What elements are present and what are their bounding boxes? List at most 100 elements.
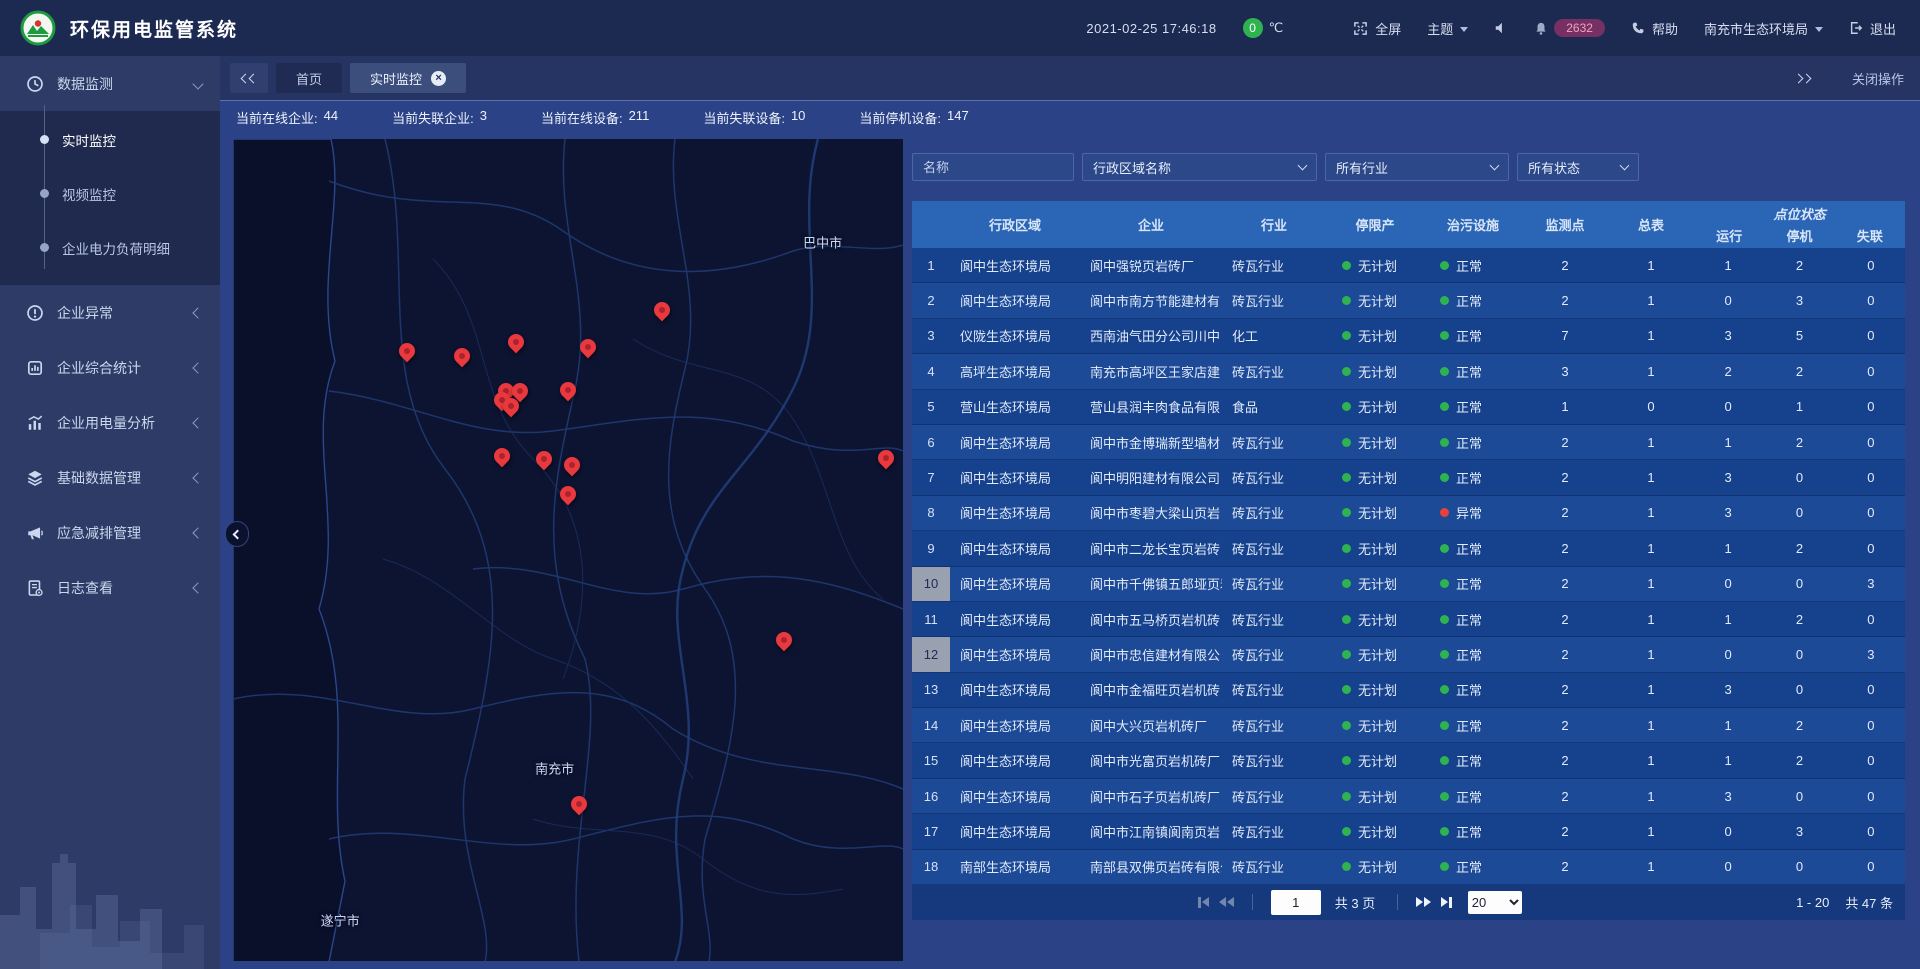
fullscreen-button[interactable]: 全屏 [1353, 19, 1401, 38]
table-row[interactable]: 11阆中生态环境局阆中市五马桥页岩机砖砖瓦行业无计划正常21120 [912, 602, 1905, 637]
tabs-scroll-right-button[interactable] [1784, 63, 1822, 93]
alarm-indicator[interactable]: 2632 [1534, 19, 1605, 37]
table-row[interactable]: 9阆中生态环境局阆中市二龙长宝页岩砖砖瓦行业无计划正常21120 [912, 531, 1905, 566]
next-page-button[interactable] [1416, 897, 1431, 907]
table-row[interactable]: 17阆中生态环境局阆中市江南镇阆南页岩砖瓦行业无计划正常21030 [912, 814, 1905, 849]
table-row[interactable]: 2阆中生态环境局阆中市南方节能建材有砖瓦行业无计划正常21030 [912, 283, 1905, 318]
row-point-status: 300 [1694, 779, 1905, 813]
tabs-scroll-left-button[interactable] [230, 63, 268, 93]
row-number: 1 [912, 248, 950, 282]
chevron-left-icon [192, 362, 203, 373]
table-row[interactable]: 6阆中生态环境局阆中市金博瑞新型墙材砖瓦行业无计划正常21120 [912, 425, 1905, 460]
sidebar-item-video-monitoring[interactable]: 视频监控 [0, 167, 220, 221]
table-row[interactable]: 7阆中生态环境局阆中明阳建材有限公司砖瓦行业无计划正常21300 [912, 460, 1905, 495]
row-point-status: 010 [1694, 390, 1905, 424]
temperature-indicator: 0 ℃ [1243, 18, 1284, 38]
page-number-input[interactable] [1271, 890, 1321, 915]
row-number: 18 [912, 850, 950, 884]
tab-home[interactable]: 首页 [276, 63, 342, 93]
table-row[interactable]: 8阆中生态环境局阆中市枣碧大梁山页岩砖瓦行业无计划异常21300 [912, 496, 1905, 531]
industry-filter-select[interactable]: 所有行业 [1325, 153, 1509, 181]
chevron-left-icon [192, 582, 203, 593]
page-size-select[interactable]: 20 [1468, 891, 1522, 914]
row-points: 2 [1522, 460, 1608, 494]
tab-realtime-monitoring[interactable]: 实时监控 [350, 63, 466, 93]
status-filter-select[interactable]: 所有状态 [1517, 153, 1639, 181]
row-point-status: 000 [1694, 850, 1905, 884]
status-dot-green [1342, 862, 1351, 871]
row-facility: 正常 [1424, 779, 1522, 813]
row-facility-label: 正常 [1456, 857, 1482, 876]
row-points: 2 [1522, 814, 1608, 848]
column-facility: 治污设施 [1424, 201, 1522, 248]
row-industry: 化工 [1222, 319, 1326, 353]
table-row[interactable]: 15阆中生态环境局阆中市光富页岩机砖厂砖瓦行业无计划正常21120 [912, 743, 1905, 778]
row-meters: 1 [1608, 460, 1694, 494]
table-row[interactable]: 13阆中生态环境局阆中市金福旺页岩机砖砖瓦行业无计划正常21300 [912, 673, 1905, 708]
table-row[interactable]: 5营山生态环境局营山县润丰肉食品有限食品无计划正常10010 [912, 390, 1905, 425]
table-row[interactable]: 10阆中生态环境局阆中市千佛镇五郎垭页岩砖瓦行业无计划正常21003 [912, 567, 1905, 602]
org-menu-button[interactable]: 南充市生态环境局 [1704, 19, 1823, 38]
close-operations-button[interactable]: 关闭操作 [1852, 69, 1904, 88]
sidebar-item-power-load-detail[interactable]: 企业电力负荷明细 [0, 221, 220, 275]
row-facility: 正常 [1424, 531, 1522, 565]
sidebar-item-basic-data-management[interactable]: 基础数据管理 [0, 450, 220, 505]
map-collapse-handle[interactable] [225, 521, 249, 547]
status-dot-green [1440, 685, 1449, 694]
table-row[interactable]: 3仪陇生态环境局西南油气田分公司川中化工无计划正常71350 [912, 319, 1905, 354]
table-row[interactable]: 18南部生态环境局南部县双佛页岩砖有限公砖瓦行业无计划正常21000 [912, 850, 1905, 884]
enterprise-panel: 行政区域名称 所有行业 所有状态 [912, 139, 1905, 961]
row-company: 南充市高坪区王家店建 [1080, 354, 1222, 388]
help-button[interactable]: 帮助 [1631, 19, 1678, 38]
status-dot-green [1440, 650, 1449, 659]
sidebar-item-enterprise-anomaly[interactable]: 企业异常 [0, 285, 220, 340]
row-facility-label: 正常 [1456, 822, 1482, 841]
app-root: 环保用电监管系统 2021-02-25 17:46:18 0 ℃ 全屏 主题 [0, 0, 1920, 969]
table-row[interactable]: 12阆中生态环境局阆中市忠信建材有限公砖瓦行业无计划正常21003 [912, 637, 1905, 672]
row-running: 3 [1694, 496, 1762, 530]
tab-close-icon[interactable] [431, 71, 446, 86]
row-meters: 1 [1608, 743, 1694, 777]
table-row[interactable]: 4高坪生态环境局南充市高坪区王家店建砖瓦行业无计划正常31220 [912, 354, 1905, 389]
row-stopped: 2 [1765, 248, 1833, 282]
status-dot-green [1342, 473, 1351, 482]
row-points: 2 [1522, 708, 1608, 742]
row-facility-label: 正常 [1456, 751, 1482, 770]
row-production: 无计划 [1326, 743, 1424, 777]
pagination-controls: 共 3 页 20 [1198, 890, 1521, 915]
row-running: 2 [1694, 354, 1762, 388]
datetime-label: 2021-02-25 17:46:18 [1086, 21, 1216, 36]
row-running: 1 [1694, 602, 1762, 636]
row-production-label: 无计划 [1358, 857, 1397, 876]
row-production-label: 无计划 [1358, 503, 1397, 522]
row-company: 阆中明阳建材有限公司 [1080, 460, 1222, 494]
map-city-label: 南充市 [535, 758, 574, 777]
row-company: 阆中市南方节能建材有 [1080, 283, 1222, 317]
bullet-icon [40, 189, 49, 198]
volume-button[interactable] [1494, 21, 1508, 35]
row-facility: 正常 [1424, 248, 1522, 282]
sidebar-item-emergency-reduction[interactable]: 应急减排管理 [0, 505, 220, 560]
row-production-label: 无计划 [1358, 787, 1397, 806]
last-page-button[interactable] [1441, 897, 1452, 908]
table-row[interactable]: 1阆中生态环境局阆中强锐页岩砖厂砖瓦行业无计划正常21120 [912, 248, 1905, 283]
row-points: 2 [1522, 743, 1608, 777]
map[interactable]: 巴中市南充市遂宁市 [233, 139, 903, 961]
logout-button[interactable]: 退出 [1849, 19, 1896, 38]
prev-page-button[interactable] [1219, 897, 1234, 907]
table-row[interactable]: 14阆中生态环境局阆中大兴页岩机砖厂砖瓦行业无计划正常21120 [912, 708, 1905, 743]
sidebar-item-log-view[interactable]: 日志查看 [0, 560, 220, 615]
first-page-button[interactable] [1198, 897, 1209, 908]
sidebar-item-power-usage-analysis[interactable]: 企业用电量分析 [0, 395, 220, 450]
table-row[interactable]: 16阆中生态环境局阆中市石子页岩机砖厂砖瓦行业无计划正常21300 [912, 779, 1905, 814]
sidebar-item-data-monitoring[interactable]: 数据监测 [0, 56, 220, 111]
row-production: 无计划 [1326, 567, 1424, 601]
row-company: 阆中市金福旺页岩机砖 [1080, 673, 1222, 707]
sidebar-item-realtime-monitoring[interactable]: 实时监控 [0, 113, 220, 167]
stat-stopped-devices: 当前停机设备:147 [859, 108, 968, 127]
row-production: 无计划 [1326, 248, 1424, 282]
theme-menu-button[interactable]: 主题 [1427, 19, 1468, 38]
sidebar-item-enterprise-statistics[interactable]: 企业综合统计 [0, 340, 220, 395]
name-filter-input[interactable] [912, 153, 1074, 181]
region-filter-select[interactable]: 行政区域名称 [1082, 153, 1317, 181]
